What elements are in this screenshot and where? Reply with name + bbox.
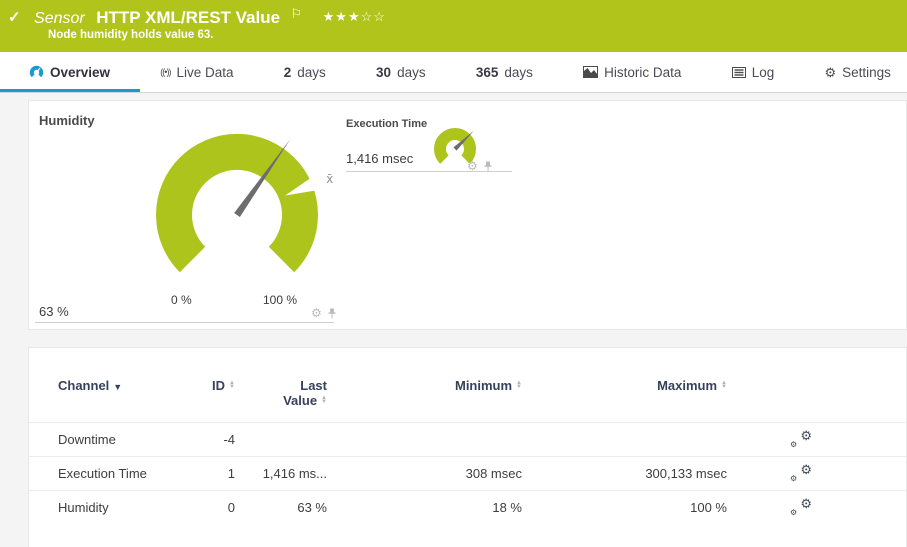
cell-id: 1 (179, 457, 235, 491)
tab-label: Historic Data (604, 65, 681, 80)
sensor-status-message: Node humidity holds value 63. (48, 29, 214, 41)
channels-panel: Channel ▼ ID ▲▼ Last Value ▲▼ Minimum ▲▼ Max… (28, 347, 907, 547)
cell-last-value: 1,416 ms... (235, 457, 327, 491)
column-label: Value (283, 393, 317, 408)
cell-id: 0 (179, 491, 235, 525)
tab-30-days[interactable]: 30 days (372, 52, 430, 92)
cell-minimum: 308 msec (327, 457, 522, 491)
gauge-icon (29, 65, 44, 79)
humidity-gauge-max-label: 100 % (263, 293, 297, 307)
table-row-humidity[interactable]: Humidity 0 63 % 18 % 100 % ⚙⚙ (29, 491, 907, 525)
sort-icon: ▲▼ (321, 396, 327, 404)
pin-icon[interactable] (327, 308, 337, 319)
execution-time-widget-divider (346, 171, 512, 172)
live-data-icon: ((•)) (160, 67, 170, 77)
execution-time-gauge-title: Execution Time (346, 118, 427, 130)
cell-channel: Humidity (29, 491, 179, 525)
sort-icon: ▲▼ (229, 381, 235, 389)
object-kind-label: Sensor (34, 10, 85, 27)
channel-table: Channel ▼ ID ▲▼ Last Value ▲▼ Minimum ▲▼ Max… (29, 378, 907, 525)
tab-label: Log (752, 65, 775, 80)
humidity-current-value: 63 % (39, 304, 69, 319)
tab-overview[interactable]: Overview (25, 52, 114, 92)
column-label: Maximum (657, 378, 717, 393)
column-label: Minimum (455, 378, 512, 393)
cell-maximum (522, 423, 727, 457)
column-header-actions (727, 378, 907, 423)
channel-settings-gears-icon[interactable]: ⚙⚙ (790, 497, 812, 515)
channel-settings-gears-icon[interactable]: ⚙⚙ (790, 463, 812, 481)
cell-channel: Downtime (29, 423, 179, 457)
overview-gauges-panel: Humidity x̄ 0 % 100 % 63 % ⚙ Execution T… (28, 100, 907, 330)
channel-settings-gears-icon[interactable]: ⚙⚙ (790, 429, 812, 447)
sensor-header: ✓ Sensor HTTP XML/REST Value ⚐ ★★★☆☆ Nod… (0, 0, 907, 52)
cell-id: -4 (179, 423, 235, 457)
status-ok-icon: ✓ (8, 9, 21, 26)
log-icon (732, 67, 746, 78)
sort-desc-icon: ▼ (113, 382, 122, 392)
channel-table-header-row: Channel ▼ ID ▲▼ Last Value ▲▼ Minimum ▲▼ Max… (29, 378, 907, 423)
chart-icon (583, 66, 598, 78)
tab-historic-data[interactable]: Historic Data (579, 52, 685, 92)
average-marker: x̄ (326, 171, 333, 186)
table-row-execution-time[interactable]: Execution Time 1 1,416 ms... 308 msec 30… (29, 457, 907, 491)
tab-label: Live Data (176, 65, 233, 80)
column-label: Channel (58, 378, 109, 393)
tab-number: 2 (284, 65, 292, 80)
tab-number: 365 (476, 65, 499, 80)
cell-minimum (327, 423, 522, 457)
tab-label: Settings (842, 65, 891, 80)
column-header-maximum[interactable]: Maximum ▲▼ (522, 378, 727, 423)
cell-channel: Execution Time (29, 457, 179, 491)
column-header-channel[interactable]: Channel ▼ (29, 378, 179, 423)
cell-maximum: 100 % (522, 491, 727, 525)
sensor-title: HTTP XML/REST Value (96, 8, 280, 27)
tab-label: days (397, 65, 426, 80)
tab-bar: Overview ((•)) Live Data 2 days 30 days … (0, 52, 907, 93)
humidity-gauge-title: Humidity (39, 113, 95, 128)
gear-icon[interactable]: ⚙ (311, 307, 322, 319)
humidity-gauge-min-label: 0 % (171, 293, 192, 307)
tab-label: days (504, 65, 533, 80)
tab-live-data[interactable]: ((•)) Live Data (156, 52, 237, 92)
cell-maximum: 300,133 msec (522, 457, 727, 491)
tab-365-days[interactable]: 365 days (472, 52, 537, 92)
execution-time-current-value: 1,416 msec (346, 151, 413, 166)
column-label: ID (212, 378, 225, 393)
gear-icon: ⚙ (824, 66, 836, 79)
pin-icon[interactable] (483, 161, 493, 172)
flag-icon[interactable]: ⚐ (291, 6, 303, 21)
tab-2-days[interactable]: 2 days (280, 52, 330, 92)
tab-log[interactable]: Log (728, 52, 779, 92)
humidity-gauge: x̄ (129, 126, 341, 298)
humidity-widget-divider (35, 322, 334, 323)
cell-last-value (235, 423, 327, 457)
tab-number: 30 (376, 65, 391, 80)
humidity-widget-icons: ⚙ (311, 307, 337, 319)
column-header-id[interactable]: ID ▲▼ (179, 378, 235, 423)
column-header-last-value[interactable]: Last Value ▲▼ (235, 378, 327, 423)
sort-icon: ▲▼ (721, 381, 727, 389)
tab-label: Overview (50, 65, 110, 80)
cell-minimum: 18 % (327, 491, 522, 525)
column-label: Last (235, 378, 327, 393)
column-header-minimum[interactable]: Minimum ▲▼ (327, 378, 522, 423)
tab-settings[interactable]: ⚙ Settings (820, 52, 894, 92)
priority-stars[interactable]: ★★★☆☆ (323, 9, 386, 24)
cell-last-value: 63 % (235, 491, 327, 525)
table-row-downtime[interactable]: Downtime -4 ⚙⚙ (29, 423, 907, 457)
sort-icon: ▲▼ (516, 381, 522, 389)
tab-label: days (297, 65, 326, 80)
